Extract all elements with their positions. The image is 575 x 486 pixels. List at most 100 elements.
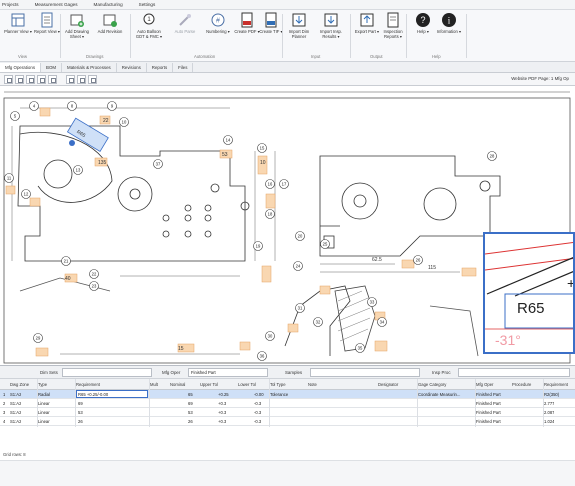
column-header[interactable]: Designator: [378, 382, 416, 387]
auto-balloon-button[interactable]: 1 Auto Balloon GDT & FMC ▾: [134, 12, 164, 52]
planner-view-button[interactable]: Planner View ▾: [3, 12, 33, 52]
pdf-icon: [241, 12, 253, 28]
menu-settings[interactable]: Settings: [131, 2, 164, 7]
tab-materials-processes[interactable]: Materials & Processes: [62, 63, 117, 72]
samples-select[interactable]: [310, 368, 420, 377]
column-header[interactable]: Upper Tol: [200, 382, 234, 387]
row-cell: S1:A2: [10, 419, 22, 424]
svg-text:18: 18: [268, 212, 273, 217]
import-dim-planner-button[interactable]: Import Dim Planner: [284, 12, 314, 52]
balloon: 4: [29, 101, 39, 111]
import-dim-planner-label: Import Dim Planner: [288, 29, 310, 39]
group-separator: [60, 14, 61, 58]
tab-files[interactable]: Files: [173, 63, 194, 72]
column-header[interactable]: Mult: [150, 382, 168, 387]
row-cell: 65: [188, 392, 193, 397]
column-header[interactable]: Dwg Zone: [10, 382, 36, 387]
information-button[interactable]: i Information ▾: [434, 12, 464, 52]
column-header[interactable]: Gage Category: [418, 382, 472, 387]
tab-bar: Mfg Operations BOM Materials & Processes…: [0, 62, 575, 73]
row-cell: Tolerance: [270, 392, 289, 397]
select-tool-button[interactable]: [4, 75, 13, 84]
table-row[interactable]: 1 S1:A2 Radial R65 +0.25/-0.00 65 +0.25 …: [0, 390, 575, 399]
report-view-button[interactable]: Report View ▾: [32, 12, 62, 52]
row-cell: Coordinate Measurin...: [418, 392, 461, 397]
column-header[interactable]: Procedure: [512, 382, 542, 387]
insp-proc-select[interactable]: [458, 368, 570, 377]
column-header[interactable]: Note: [308, 382, 374, 387]
menu-measurement-gages[interactable]: Measurement Gages: [27, 2, 86, 7]
column-divider: [543, 379, 544, 427]
balloon: 19: [253, 241, 263, 251]
drawing-canvas[interactable]: R65 62.5 115 15 135 10 53 40 22 4 5 8 9 …: [0, 86, 575, 365]
column-header[interactable]: Requirement: [544, 382, 574, 387]
planner-view-label: Planner View ▾: [4, 29, 32, 34]
column-header[interactable]: Type: [38, 382, 74, 387]
balloon: 33: [367, 297, 377, 307]
column-header[interactable]: Nominal: [170, 382, 196, 387]
balloon: 10: [119, 117, 129, 127]
rotate-button[interactable]: [66, 75, 75, 84]
column-header[interactable]: Requirement: [76, 382, 146, 387]
mfg-oper-select[interactable]: Finished Part: [188, 368, 268, 377]
menu-projects[interactable]: Projects: [0, 2, 27, 7]
svg-text:37: 37: [156, 162, 161, 167]
add-revision-icon: [103, 14, 117, 27]
group-separator: [350, 14, 351, 58]
group-label-output: Output: [370, 54, 383, 59]
row-cell: +0.25: [218, 392, 229, 397]
column-divider: [417, 379, 418, 427]
add-revision-button[interactable]: Add Revision: [95, 12, 125, 52]
dim-sets-select[interactable]: [62, 368, 152, 377]
tab-bom[interactable]: BOM: [41, 63, 63, 72]
add-drawing-sheet-button[interactable]: Add Drawing Sheet ▾: [62, 12, 92, 52]
table-row[interactable]: 2 S1:A2 Linear 69 69 +0.3 -0.3 Finished …: [0, 399, 575, 408]
dim-text: 62.5: [372, 257, 382, 263]
auto-parse-button[interactable]: Auto Parse: [170, 12, 200, 52]
samples-label: Samples: [285, 370, 303, 375]
zoom-out-button[interactable]: [37, 75, 46, 84]
grid-filter-bar: Dim Sets Mfg Oper Finished Part Samples …: [0, 365, 575, 379]
balloon: 11: [4, 173, 14, 183]
svg-text:35: 35: [358, 346, 363, 351]
column-header[interactable]: Tol Type: [270, 382, 306, 387]
menu-manufacturing[interactable]: Manufacturing: [86, 2, 131, 7]
add-revision-label: Add Revision: [97, 29, 123, 34]
tab-mfg-operations[interactable]: Mfg Operations: [0, 63, 42, 72]
bottom-panel: [0, 460, 575, 486]
table-row[interactable]: 4 S1:A2 Linear 26 26 +0.3 -0.3 Finished …: [0, 417, 575, 426]
tab-reports[interactable]: Reports: [147, 63, 174, 72]
row-cell: 2.777: [544, 401, 555, 406]
row-cell: 1.024: [544, 419, 555, 424]
dim-sets-label: Dim Sets: [40, 370, 58, 375]
import-insp-results-button[interactable]: Import Insp. Results ▾: [316, 12, 346, 52]
grid-status: Grid rows: 8: [3, 452, 26, 457]
add-drawing-sheet-label: Add Drawing Sheet ▾: [65, 29, 89, 39]
inspection-reports-button[interactable]: Inspection Reports ▾: [378, 12, 408, 52]
group-separator: [406, 14, 407, 58]
row-cell: Linear: [38, 410, 50, 415]
row-cell: -0.3: [254, 410, 262, 415]
export-icon: [360, 13, 374, 27]
planner-icon: [11, 13, 25, 27]
balloon-tool-button[interactable]: [77, 75, 86, 84]
tab-revisions[interactable]: Revisions: [117, 63, 147, 72]
requirement-edit-field[interactable]: R65 +0.25/-0.00: [76, 390, 148, 398]
numbering-button[interactable]: # Numbering ▾: [203, 12, 233, 52]
balloon: 37: [153, 159, 163, 169]
svg-text:14: 14: [226, 138, 231, 143]
zoom-in-button[interactable]: [26, 75, 35, 84]
group-separator: [466, 14, 467, 58]
fit-page-button[interactable]: [48, 75, 57, 84]
row-cell: Finished Part: [476, 392, 501, 397]
column-header[interactable]: Lower Tol: [238, 382, 268, 387]
pan-tool-button[interactable]: [15, 75, 24, 84]
column-header[interactable]: Mfg Oper: [476, 382, 510, 387]
row-cell: 2: [3, 401, 6, 406]
grid-tool-button[interactable]: [88, 75, 97, 84]
svg-text:34: 34: [380, 320, 385, 325]
balloon: 29: [33, 333, 43, 343]
row-cell: -0.3: [254, 419, 262, 424]
zoom-angle-text: -31°: [495, 332, 521, 348]
table-row[interactable]: 3 S1:A2 Linear 53 53 +0.3 -0.3 Finished …: [0, 408, 575, 417]
